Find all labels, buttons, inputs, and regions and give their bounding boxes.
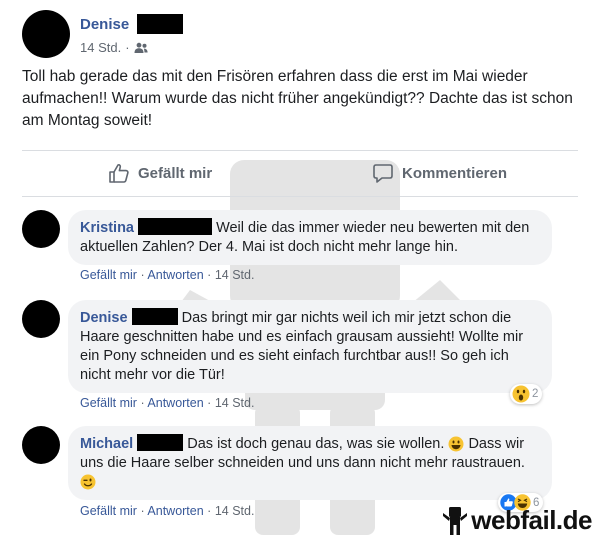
comment-label: Kommentieren xyxy=(402,164,508,182)
comment-author[interactable]: Michael xyxy=(80,436,133,452)
watermark-text: webfail.de xyxy=(471,505,592,535)
like-label: Gefällt mir xyxy=(138,164,213,182)
comment-author[interactable]: Kristina xyxy=(80,220,134,236)
reaction-summary[interactable]: 2 xyxy=(510,384,543,404)
comment-like-link[interactable]: Gefällt mir xyxy=(80,268,137,282)
actions-divider-top xyxy=(22,150,578,151)
comment-bubble: Denise Das bringt mir gar nichts weil ic… xyxy=(68,300,552,393)
like-button[interactable]: Gefällt mir xyxy=(108,162,212,184)
comment-avatar[interactable] xyxy=(22,426,60,464)
thumbs-up-icon xyxy=(109,164,129,183)
wow-reaction-icon xyxy=(512,385,530,403)
winking-emoji-icon xyxy=(80,474,96,490)
post-author-name[interactable]: Denise xyxy=(80,16,129,33)
footer-separator: · xyxy=(140,268,145,282)
comment-like-link[interactable]: Gefällt mir xyxy=(80,504,137,518)
footer-separator: · xyxy=(207,504,212,518)
post-time[interactable]: 14 Std. xyxy=(80,40,121,55)
comment-footer: Gefällt mir · Antworten · 14 Std. xyxy=(80,268,254,282)
comment-like-link[interactable]: Gefällt mir xyxy=(80,396,137,410)
footer-separator: · xyxy=(140,504,145,518)
comment-reply-link[interactable]: Antworten xyxy=(147,396,203,410)
comment-icon xyxy=(373,164,393,183)
friends-icon xyxy=(134,42,148,53)
footer-separator: · xyxy=(207,396,212,410)
post-author-avatar[interactable] xyxy=(22,10,70,58)
redacted-surname xyxy=(138,218,213,235)
footer-separator: · xyxy=(140,396,145,410)
redacted-surname xyxy=(137,434,184,451)
footer-separator: · xyxy=(207,268,212,282)
comment-button[interactable]: Kommentieren xyxy=(372,162,507,184)
redacted-surname xyxy=(137,14,184,34)
comment-time[interactable]: 14 Std. xyxy=(215,396,255,410)
comment-footer: Gefällt mir · Antworten · 14 Std. xyxy=(80,504,254,518)
post-meta: 14 Std. · xyxy=(80,40,148,55)
stick-figure-icon xyxy=(443,506,468,535)
reaction-count: 2 xyxy=(532,388,539,400)
post-text: Toll hab gerade das mit den Frisören erf… xyxy=(22,68,573,129)
grinning-emoji-icon xyxy=(448,436,464,452)
webfail-logo: webfail.de xyxy=(443,505,592,536)
comment-reply-link[interactable]: Antworten xyxy=(147,504,203,518)
post-author[interactable]: Denise xyxy=(80,14,184,34)
comment-footer: Gefällt mir · Antworten · 14 Std. xyxy=(80,396,254,410)
comment-bubble: Michael Das ist doch genau das, was sie … xyxy=(68,426,552,500)
comment-time[interactable]: 14 Std. xyxy=(215,268,255,282)
comment-reply-link[interactable]: Antworten xyxy=(147,268,203,282)
actions-divider-bottom xyxy=(22,196,578,197)
comment-avatar[interactable] xyxy=(22,300,60,338)
comment-time[interactable]: 14 Std. xyxy=(215,504,255,518)
comment-bubble: Kristina Weil die das immer wieder neu b… xyxy=(68,210,552,265)
comment-avatar[interactable] xyxy=(22,210,60,248)
redacted-surname xyxy=(131,308,178,325)
comment-author[interactable]: Denise xyxy=(80,310,128,326)
meta-separator: · xyxy=(125,40,130,55)
comment-text-part1: Das ist doch genau das, was sie wollen. xyxy=(187,436,445,452)
